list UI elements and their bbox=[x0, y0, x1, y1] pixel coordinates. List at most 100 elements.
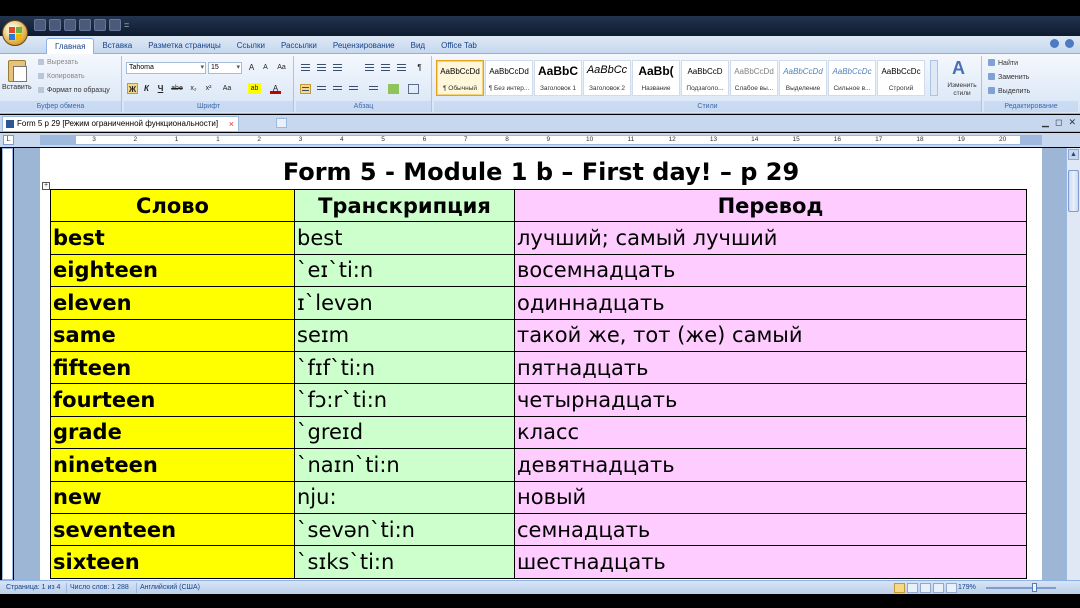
print-preview-icon[interactable] bbox=[94, 19, 106, 31]
transcription-cell[interactable]: ˋfɔ:rˋti:n bbox=[294, 383, 515, 417]
outline-view-icon[interactable] bbox=[933, 583, 944, 593]
line-spacing-icon[interactable] bbox=[368, 84, 379, 94]
qat-customize-icon[interactable]: = bbox=[124, 19, 130, 31]
transcription-cell[interactable]: ˋnaɪnˋti:n bbox=[294, 448, 515, 482]
bold-button[interactable]: Ж bbox=[127, 83, 138, 94]
sort-icon[interactable] bbox=[396, 62, 407, 72]
transcription-cell[interactable]: best bbox=[294, 221, 515, 255]
italic-button[interactable]: К bbox=[141, 83, 152, 94]
tab-7[interactable]: Office Tab bbox=[433, 38, 485, 54]
translation-cell[interactable]: восемнадцать bbox=[514, 253, 1027, 288]
replace-button[interactable]: Заменить bbox=[988, 73, 1029, 81]
shrink-font-button[interactable]: A bbox=[260, 62, 271, 73]
word-cell[interactable]: best bbox=[50, 221, 295, 255]
document-tab[interactable]: Form 5 p 29 [Режим ограниченной функцион… bbox=[2, 116, 240, 131]
format-painter-button[interactable]: Формат по образцу bbox=[38, 87, 110, 94]
translation-cell[interactable]: шестнадцать bbox=[514, 545, 1027, 579]
horizontal-ruler[interactable]: 3 2 1 1 2 3 4 5 6 7 8 9 10 11 12 13 14 15 16 17 18 19 20 bbox=[40, 135, 1042, 145]
grow-font-button[interactable]: A bbox=[246, 62, 257, 73]
translation-cell[interactable]: лучший; самый лучший bbox=[514, 221, 1027, 255]
find-button[interactable]: Найти bbox=[988, 59, 1018, 67]
status-page[interactable]: Страница: 1 из 4 bbox=[6, 583, 60, 592]
transcription-cell[interactable]: ˋsɪksˋti:n bbox=[294, 545, 515, 579]
paste-icon[interactable] bbox=[8, 60, 27, 82]
zoom-slider-thumb[interactable] bbox=[1032, 583, 1037, 592]
cut-button[interactable]: Вырезать bbox=[38, 59, 78, 66]
translation-cell[interactable]: девятнадцать bbox=[514, 448, 1027, 482]
document-page[interactable]: Form 5 - Module 1 b – First day! – p 29 … bbox=[40, 148, 1042, 580]
style-item[interactable]: AaBbCc Заголовок 2 bbox=[583, 60, 631, 96]
zoom-slider[interactable] bbox=[986, 587, 1056, 589]
minimize-icon[interactable]: ▁ bbox=[1042, 117, 1049, 128]
change-styles-button[interactable]: Изменить стили bbox=[942, 82, 982, 98]
select-button[interactable]: Выделить bbox=[988, 87, 1030, 95]
vertical-scrollbar[interactable]: ▲ bbox=[1066, 148, 1080, 580]
undo-icon[interactable] bbox=[49, 19, 61, 31]
transcription-cell[interactable]: ˋeɪˋti:n bbox=[294, 253, 515, 288]
style-item[interactable]: AaBbCcDd Выделение bbox=[779, 60, 827, 96]
word-cell[interactable]: grade bbox=[50, 415, 295, 450]
borders-icon[interactable] bbox=[408, 84, 419, 94]
shading-icon[interactable] bbox=[388, 84, 399, 94]
transcription-cell[interactable]: ˋsevənˋti:n bbox=[294, 512, 515, 547]
highlight-button[interactable]: ab bbox=[248, 83, 261, 94]
align-right-icon[interactable] bbox=[332, 84, 343, 94]
style-item[interactable]: AaBbCcDc Сильное в... bbox=[828, 60, 876, 96]
tab-6[interactable]: Вид bbox=[403, 38, 433, 54]
align-center-icon[interactable] bbox=[316, 84, 327, 94]
style-item[interactable]: AaBbCcD Подзаголо... bbox=[681, 60, 729, 96]
style-item[interactable]: AaBbCcDd ¶ Без интер... bbox=[485, 60, 533, 96]
numbering-icon[interactable] bbox=[316, 62, 327, 72]
status-language[interactable]: Английский (США) bbox=[140, 583, 200, 592]
translation-cell[interactable]: класс bbox=[514, 415, 1027, 450]
paste-button[interactable]: Вставить bbox=[2, 84, 32, 91]
strikethrough-button[interactable]: abe bbox=[169, 83, 185, 94]
tab-5[interactable]: Рецензирование bbox=[325, 38, 403, 54]
underline-button[interactable]: Ч bbox=[155, 83, 166, 94]
scroll-thumb[interactable] bbox=[1068, 170, 1079, 212]
translation-cell[interactable]: семнадцать bbox=[514, 512, 1027, 547]
transcription-cell[interactable]: seɪm bbox=[294, 318, 515, 352]
font-size-combo[interactable]: 15 bbox=[208, 62, 242, 74]
change-case-button[interactable]: Aa bbox=[220, 83, 234, 94]
multilevel-list-icon[interactable] bbox=[332, 62, 343, 72]
copy-button[interactable]: Копировать bbox=[38, 73, 85, 80]
transcription-cell[interactable]: ɪˋlevən bbox=[294, 286, 515, 320]
style-item[interactable]: AaBbCcDd Слабое вы... bbox=[730, 60, 778, 96]
word-cell[interactable]: nineteen bbox=[50, 448, 295, 482]
close-window-icon[interactable]: ✕ bbox=[1068, 117, 1076, 128]
clear-format-button[interactable]: Aa bbox=[276, 62, 287, 73]
tab-selector[interactable]: L bbox=[3, 135, 14, 145]
minimize-ribbon-icon[interactable] bbox=[1065, 39, 1074, 48]
transcription-cell[interactable]: nju: bbox=[294, 480, 515, 514]
superscript-button[interactable]: x² bbox=[203, 83, 214, 94]
save-icon[interactable] bbox=[34, 19, 46, 31]
full-screen-view-icon[interactable] bbox=[907, 583, 918, 593]
increase-indent-icon[interactable] bbox=[380, 62, 391, 72]
help-icon[interactable] bbox=[1050, 39, 1059, 48]
close-tab-icon[interactable]: × bbox=[229, 117, 234, 131]
redo-icon[interactable] bbox=[64, 19, 76, 31]
restore-icon[interactable]: ◻ bbox=[1055, 117, 1062, 128]
word-cell[interactable]: fifteen bbox=[50, 350, 295, 385]
table-move-handle-icon[interactable]: + bbox=[42, 182, 50, 190]
show-marks-button[interactable]: ¶ bbox=[414, 62, 425, 73]
vertical-ruler[interactable] bbox=[2, 148, 13, 580]
tab-1[interactable]: Вставка bbox=[94, 38, 140, 54]
style-item[interactable]: AaBbC Заголовок 1 bbox=[534, 60, 582, 96]
change-styles-icon[interactable]: A bbox=[952, 59, 970, 77]
new-tab-icon[interactable] bbox=[276, 118, 287, 128]
translation-cell[interactable]: четырнадцать bbox=[514, 383, 1027, 417]
vocabulary-table[interactable]: Слово Транскрипция Перевод best best лучши… bbox=[50, 188, 1027, 579]
status-word-count[interactable]: Число слов: 1 288 bbox=[70, 583, 129, 592]
font-name-combo[interactable]: Tahoma bbox=[126, 62, 206, 74]
tab-0[interactable]: Главная bbox=[46, 38, 95, 54]
subscript-button[interactable]: x₂ bbox=[188, 83, 199, 94]
justify-icon[interactable] bbox=[348, 84, 359, 94]
word-cell[interactable]: same bbox=[50, 318, 295, 352]
transcription-cell[interactable]: ˋgreɪd bbox=[294, 415, 515, 450]
draft-view-icon[interactable] bbox=[946, 583, 957, 593]
tab-4[interactable]: Рассылки bbox=[273, 38, 325, 54]
scroll-up-icon[interactable]: ▲ bbox=[1068, 149, 1079, 160]
decrease-indent-icon[interactable] bbox=[364, 62, 375, 72]
